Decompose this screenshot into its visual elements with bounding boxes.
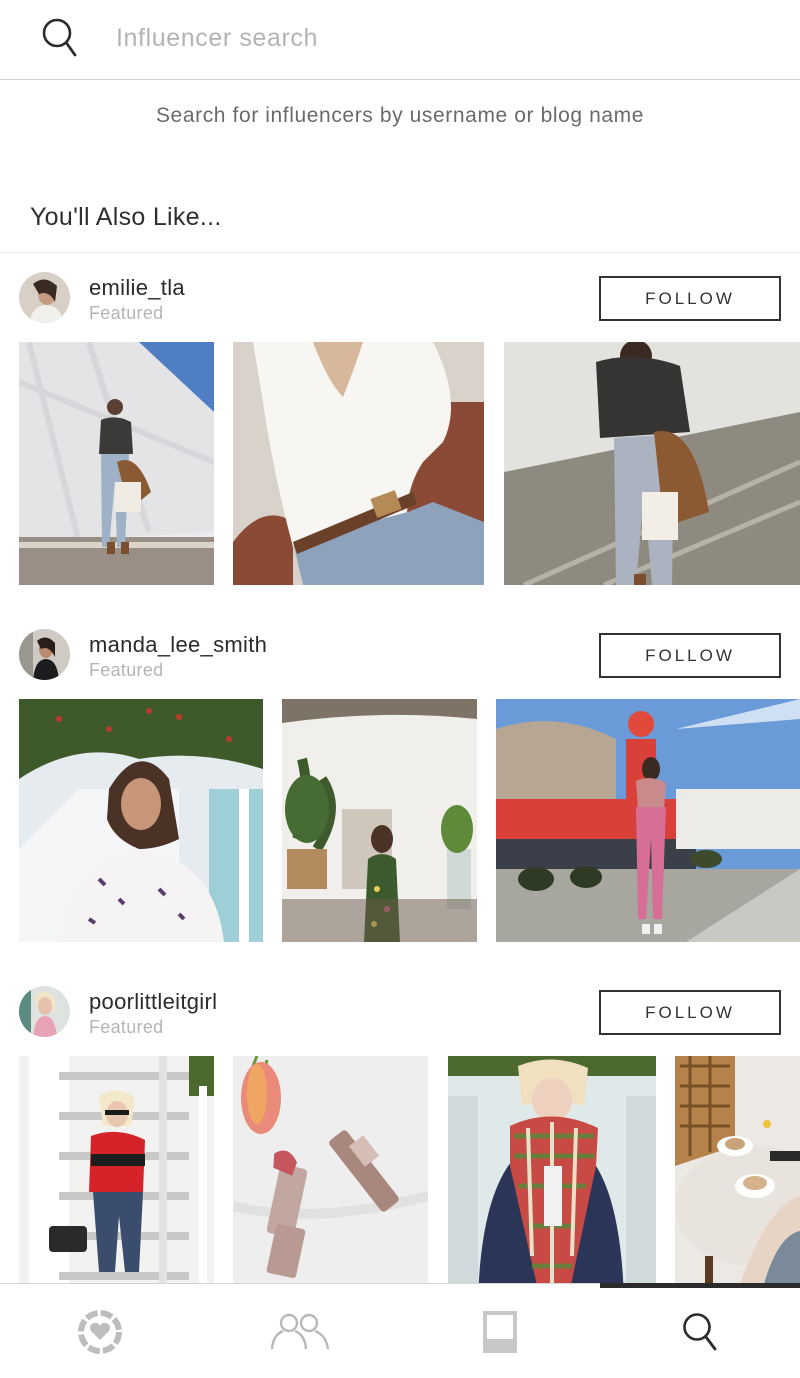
phone-frame-icon [482,1310,518,1354]
search-bar [0,0,800,80]
influencer-card: emilie_tla Featured FOLLOW [0,254,800,585]
search-input[interactable] [116,18,756,58]
post-photo[interactable] [19,1056,214,1299]
post-photo[interactable] [19,699,263,942]
search-icon [681,1311,719,1353]
featured-label: Featured [89,1017,164,1037]
active-tab-indicator [600,1283,800,1288]
username[interactable]: poorlittleitgirl [89,989,217,1015]
post-photo[interactable] [504,342,800,585]
post-photo[interactable] [496,699,800,942]
influencer-card: manda_lee_smith Featured FOLLOW [0,611,800,942]
search-hint: Search for influencers by username or bl… [155,104,645,127]
tab-search[interactable] [600,1284,800,1378]
follow-button[interactable]: FOLLOW [599,633,781,678]
post-photo[interactable] [233,342,484,585]
tab-screenshots[interactable] [400,1284,600,1378]
divider [0,252,800,253]
search-icon[interactable] [40,16,80,60]
bottom-tab-bar [0,1283,800,1378]
photo-strip [19,699,800,942]
username[interactable]: emilie_tla [89,275,185,301]
photo-strip [19,342,800,585]
post-photo[interactable] [448,1056,656,1299]
post-photo[interactable] [233,1056,428,1299]
avatar[interactable] [19,272,70,323]
tab-following[interactable] [200,1284,400,1378]
section-title: You'll Also Like... [30,203,222,231]
post-photo[interactable] [19,342,214,585]
avatar[interactable] [19,986,70,1037]
featured-label: Featured [89,303,164,323]
follow-button[interactable]: FOLLOW [599,990,781,1035]
heart-badge-icon [77,1309,123,1355]
post-photo[interactable] [282,699,477,942]
influencer-card: poorlittleitgirl Featured FOLLOW [0,968,800,1299]
username[interactable]: manda_lee_smith [89,632,267,658]
avatar[interactable] [19,629,70,680]
photo-strip [19,1056,800,1299]
post-photo[interactable] [675,1056,800,1299]
follow-button[interactable]: FOLLOW [599,276,781,321]
people-icon [269,1311,331,1353]
tab-featured[interactable] [0,1284,200,1378]
featured-label: Featured [89,660,164,680]
